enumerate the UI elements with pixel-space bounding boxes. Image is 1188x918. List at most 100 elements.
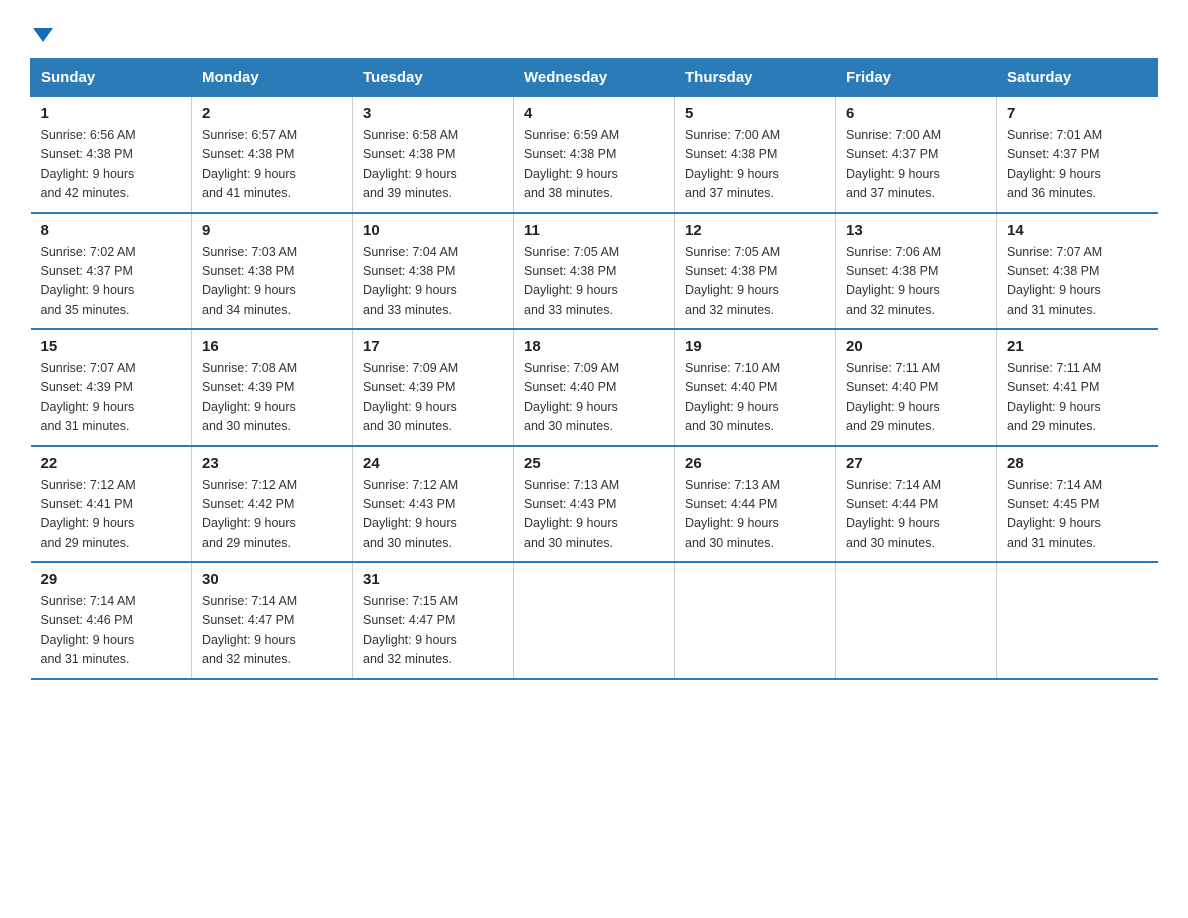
day-info: Sunrise: 7:05 AMSunset: 4:38 PMDaylight:… [685, 245, 780, 317]
week-row-1: 1 Sunrise: 6:56 AMSunset: 4:38 PMDayligh… [31, 97, 1158, 213]
day-cell: 17 Sunrise: 7:09 AMSunset: 4:39 PMDaylig… [353, 329, 514, 446]
day-number: 7 [1007, 105, 1148, 122]
day-info: Sunrise: 7:07 AMSunset: 4:39 PMDaylight:… [41, 361, 136, 433]
day-cell: 3 Sunrise: 6:58 AMSunset: 4:38 PMDayligh… [353, 97, 514, 213]
day-info: Sunrise: 7:02 AMSunset: 4:37 PMDaylight:… [41, 245, 136, 317]
header-thursday: Thursday [675, 59, 836, 97]
day-number: 31 [363, 571, 503, 588]
calendar-header-row: SundayMondayTuesdayWednesdayThursdayFrid… [31, 59, 1158, 97]
day-cell: 11 Sunrise: 7:05 AMSunset: 4:38 PMDaylig… [514, 213, 675, 330]
day-cell: 26 Sunrise: 7:13 AMSunset: 4:44 PMDaylig… [675, 446, 836, 563]
week-row-3: 15 Sunrise: 7:07 AMSunset: 4:39 PMDaylig… [31, 329, 1158, 446]
day-cell: 7 Sunrise: 7:01 AMSunset: 4:37 PMDayligh… [997, 97, 1158, 213]
day-number: 8 [41, 222, 182, 239]
day-cell: 20 Sunrise: 7:11 AMSunset: 4:40 PMDaylig… [836, 329, 997, 446]
day-info: Sunrise: 7:13 AMSunset: 4:43 PMDaylight:… [524, 478, 619, 550]
day-cell: 22 Sunrise: 7:12 AMSunset: 4:41 PMDaylig… [31, 446, 192, 563]
day-number: 30 [202, 571, 342, 588]
day-number: 27 [846, 455, 986, 472]
day-info: Sunrise: 7:14 AMSunset: 4:44 PMDaylight:… [846, 478, 941, 550]
day-cell: 5 Sunrise: 7:00 AMSunset: 4:38 PMDayligh… [675, 97, 836, 213]
day-cell: 2 Sunrise: 6:57 AMSunset: 4:38 PMDayligh… [192, 97, 353, 213]
day-number: 11 [524, 222, 664, 239]
day-cell [675, 562, 836, 679]
week-row-4: 22 Sunrise: 7:12 AMSunset: 4:41 PMDaylig… [31, 446, 1158, 563]
day-number: 19 [685, 338, 825, 355]
day-cell: 27 Sunrise: 7:14 AMSunset: 4:44 PMDaylig… [836, 446, 997, 563]
day-cell: 19 Sunrise: 7:10 AMSunset: 4:40 PMDaylig… [675, 329, 836, 446]
day-cell: 6 Sunrise: 7:00 AMSunset: 4:37 PMDayligh… [836, 97, 997, 213]
day-info: Sunrise: 7:13 AMSunset: 4:44 PMDaylight:… [685, 478, 780, 550]
day-cell: 9 Sunrise: 7:03 AMSunset: 4:38 PMDayligh… [192, 213, 353, 330]
day-info: Sunrise: 7:01 AMSunset: 4:37 PMDaylight:… [1007, 128, 1102, 200]
day-info: Sunrise: 6:59 AMSunset: 4:38 PMDaylight:… [524, 128, 619, 200]
day-cell: 21 Sunrise: 7:11 AMSunset: 4:41 PMDaylig… [997, 329, 1158, 446]
day-info: Sunrise: 7:03 AMSunset: 4:38 PMDaylight:… [202, 245, 297, 317]
day-number: 13 [846, 222, 986, 239]
day-info: Sunrise: 7:06 AMSunset: 4:38 PMDaylight:… [846, 245, 941, 317]
day-number: 25 [524, 455, 664, 472]
day-info: Sunrise: 7:09 AMSunset: 4:39 PMDaylight:… [363, 361, 458, 433]
day-cell: 8 Sunrise: 7:02 AMSunset: 4:37 PMDayligh… [31, 213, 192, 330]
day-number: 10 [363, 222, 503, 239]
day-number: 21 [1007, 338, 1148, 355]
day-info: Sunrise: 6:58 AMSunset: 4:38 PMDaylight:… [363, 128, 458, 200]
day-cell: 1 Sunrise: 6:56 AMSunset: 4:38 PMDayligh… [31, 97, 192, 213]
day-info: Sunrise: 7:00 AMSunset: 4:37 PMDaylight:… [846, 128, 941, 200]
day-info: Sunrise: 7:11 AMSunset: 4:41 PMDaylight:… [1007, 361, 1101, 433]
day-info: Sunrise: 7:11 AMSunset: 4:40 PMDaylight:… [846, 361, 940, 433]
day-number: 24 [363, 455, 503, 472]
day-cell: 18 Sunrise: 7:09 AMSunset: 4:40 PMDaylig… [514, 329, 675, 446]
day-number: 3 [363, 105, 503, 122]
day-cell: 4 Sunrise: 6:59 AMSunset: 4:38 PMDayligh… [514, 97, 675, 213]
day-number: 28 [1007, 455, 1148, 472]
day-info: Sunrise: 7:15 AMSunset: 4:47 PMDaylight:… [363, 594, 458, 666]
day-info: Sunrise: 7:12 AMSunset: 4:41 PMDaylight:… [41, 478, 136, 550]
day-number: 1 [41, 105, 182, 122]
day-number: 12 [685, 222, 825, 239]
day-cell: 23 Sunrise: 7:12 AMSunset: 4:42 PMDaylig… [192, 446, 353, 563]
day-cell: 25 Sunrise: 7:13 AMSunset: 4:43 PMDaylig… [514, 446, 675, 563]
page-header [30, 24, 1158, 40]
day-cell [836, 562, 997, 679]
day-cell: 29 Sunrise: 7:14 AMSunset: 4:46 PMDaylig… [31, 562, 192, 679]
day-number: 16 [202, 338, 342, 355]
day-number: 15 [41, 338, 182, 355]
day-cell: 30 Sunrise: 7:14 AMSunset: 4:47 PMDaylig… [192, 562, 353, 679]
day-info: Sunrise: 7:12 AMSunset: 4:42 PMDaylight:… [202, 478, 297, 550]
header-friday: Friday [836, 59, 997, 97]
day-cell: 31 Sunrise: 7:15 AMSunset: 4:47 PMDaylig… [353, 562, 514, 679]
day-cell: 16 Sunrise: 7:08 AMSunset: 4:39 PMDaylig… [192, 329, 353, 446]
logo [30, 24, 53, 40]
day-cell: 14 Sunrise: 7:07 AMSunset: 4:38 PMDaylig… [997, 213, 1158, 330]
day-cell: 28 Sunrise: 7:14 AMSunset: 4:45 PMDaylig… [997, 446, 1158, 563]
day-number: 5 [685, 105, 825, 122]
day-number: 29 [41, 571, 182, 588]
day-number: 2 [202, 105, 342, 122]
day-number: 14 [1007, 222, 1148, 239]
day-info: Sunrise: 7:07 AMSunset: 4:38 PMDaylight:… [1007, 245, 1102, 317]
week-row-2: 8 Sunrise: 7:02 AMSunset: 4:37 PMDayligh… [31, 213, 1158, 330]
day-number: 23 [202, 455, 342, 472]
day-number: 22 [41, 455, 182, 472]
day-info: Sunrise: 7:08 AMSunset: 4:39 PMDaylight:… [202, 361, 297, 433]
header-monday: Monday [192, 59, 353, 97]
day-info: Sunrise: 7:14 AMSunset: 4:46 PMDaylight:… [41, 594, 136, 666]
day-info: Sunrise: 7:14 AMSunset: 4:47 PMDaylight:… [202, 594, 297, 666]
header-wednesday: Wednesday [514, 59, 675, 97]
day-info: Sunrise: 6:57 AMSunset: 4:38 PMDaylight:… [202, 128, 297, 200]
logo-arrow-icon [33, 28, 53, 42]
day-number: 18 [524, 338, 664, 355]
day-cell: 10 Sunrise: 7:04 AMSunset: 4:38 PMDaylig… [353, 213, 514, 330]
day-number: 26 [685, 455, 825, 472]
day-cell: 15 Sunrise: 7:07 AMSunset: 4:39 PMDaylig… [31, 329, 192, 446]
calendar-table: SundayMondayTuesdayWednesdayThursdayFrid… [30, 58, 1158, 680]
day-info: Sunrise: 7:09 AMSunset: 4:40 PMDaylight:… [524, 361, 619, 433]
day-cell: 13 Sunrise: 7:06 AMSunset: 4:38 PMDaylig… [836, 213, 997, 330]
day-cell: 24 Sunrise: 7:12 AMSunset: 4:43 PMDaylig… [353, 446, 514, 563]
day-info: Sunrise: 7:10 AMSunset: 4:40 PMDaylight:… [685, 361, 780, 433]
logo-general-text [30, 24, 53, 42]
day-info: Sunrise: 7:04 AMSunset: 4:38 PMDaylight:… [363, 245, 458, 317]
header-tuesday: Tuesday [353, 59, 514, 97]
header-sunday: Sunday [31, 59, 192, 97]
